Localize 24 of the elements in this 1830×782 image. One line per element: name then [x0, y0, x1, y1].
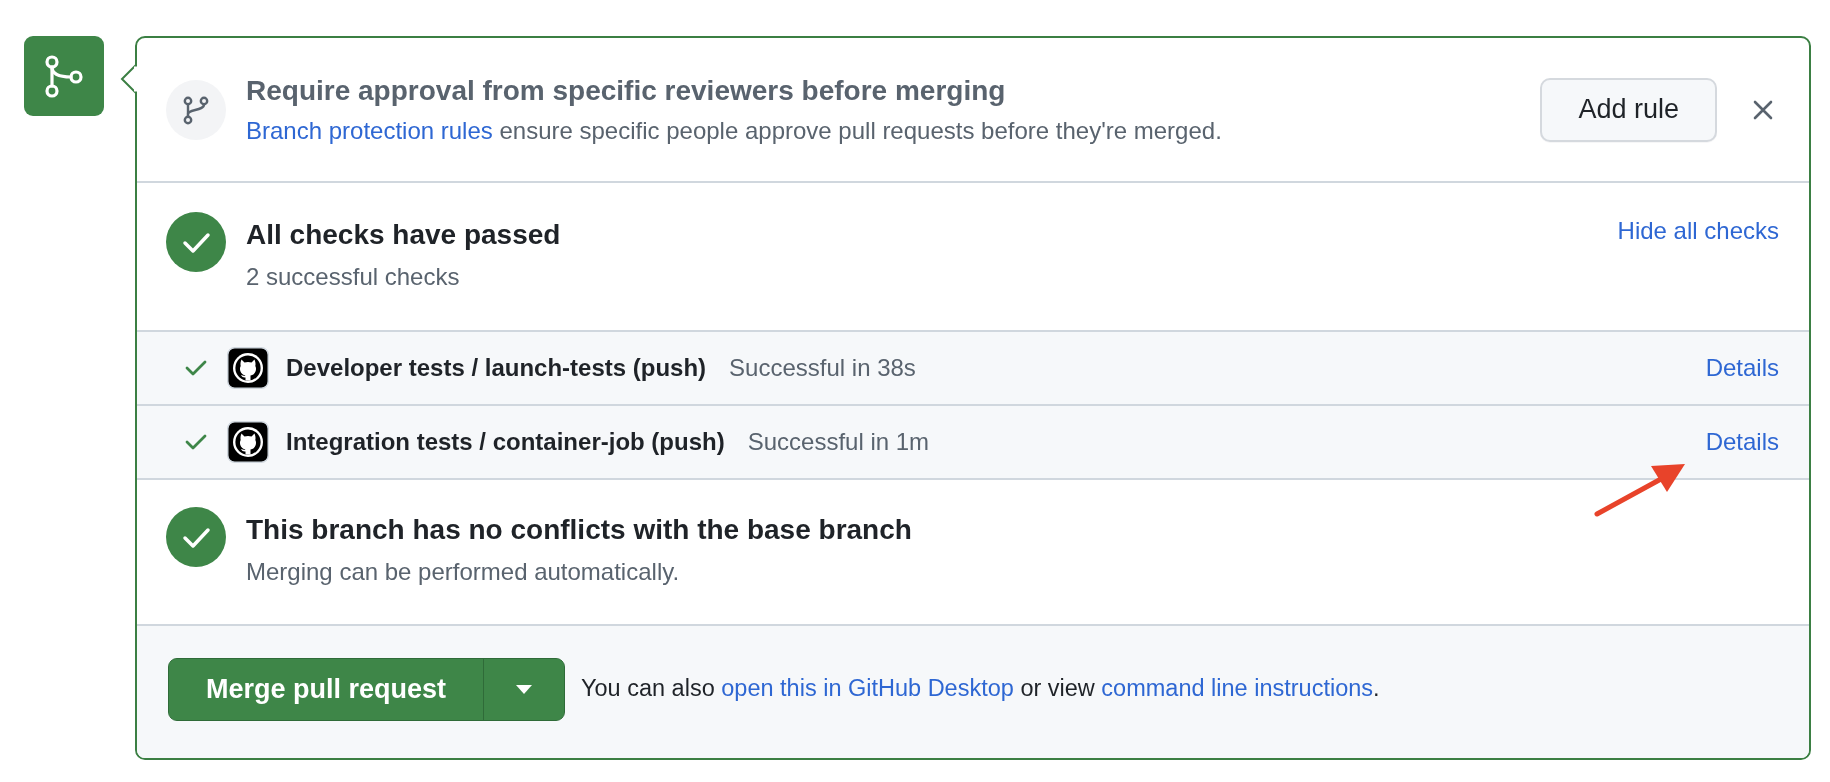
check-name: Integration tests / container-job (push)	[286, 428, 725, 456]
text-link[interactable]: open this in GitHub Desktop	[721, 675, 1014, 701]
checks-title: All checks have passed	[246, 218, 562, 252]
details-link[interactable]: Details	[1705, 428, 1779, 456]
text-link[interactable]: command line instructions	[1101, 675, 1374, 701]
rule-description: Branch protection rules ensure specific people approve pull requests before they're merged.	[246, 115, 1223, 146]
caret-icon	[516, 685, 532, 694]
cat-avatar-icon	[227, 347, 269, 389]
hide-checks-link[interactable]: Hide all checks	[1617, 215, 1779, 247]
merge-hint-text: You can also open this in GitHub Desktop or view command line instructions.	[581, 674, 1380, 703]
check-status: Successful in 38s	[729, 354, 917, 382]
close-icon[interactable]	[1753, 99, 1773, 120]
text-link[interactable]: Branch protection rules	[246, 116, 493, 144]
conflicts-title: This branch has no conflicts with the base branch	[246, 513, 913, 547]
details-link[interactable]: Details	[1705, 354, 1779, 382]
branch-icon	[166, 79, 226, 140]
checks-count: 2 successful checks	[246, 262, 461, 292]
check-name: Developer tests / launch-tests (push)	[286, 354, 707, 382]
add-rule-button[interactable]: Add rule	[1540, 77, 1717, 142]
check-status: Successful in 1m	[747, 428, 931, 456]
conflicts-subtitle: Merging can be performed automatically.	[246, 557, 681, 587]
branch-icon	[24, 36, 104, 116]
rule-title: Require approval from specific reviewers before merging	[246, 73, 1007, 108]
cat-avatar-icon	[227, 421, 269, 463]
